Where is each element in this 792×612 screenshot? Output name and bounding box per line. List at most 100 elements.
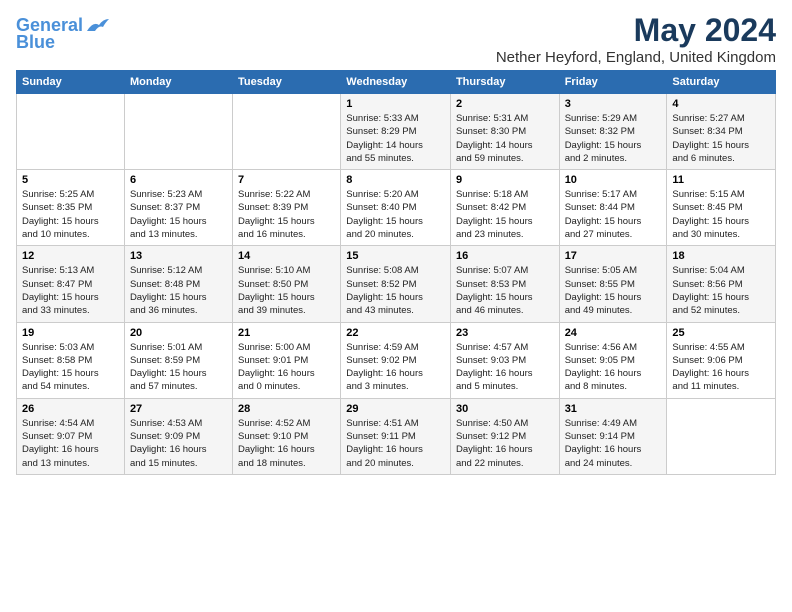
- day-info: Sunrise: 5:12 AMSunset: 8:48 PMDaylight:…: [130, 264, 227, 317]
- day-info: Sunrise: 5:13 AMSunset: 8:47 PMDaylight:…: [22, 264, 119, 317]
- week-row-3: 19Sunrise: 5:03 AMSunset: 8:58 PMDayligh…: [17, 322, 776, 398]
- week-row-0: 1 Sunrise: 5:33 AMSunset: 8:29 PMDaylight…: [17, 94, 776, 170]
- day-cell-w2-d4: 16 Sunrise: 5:07 AMSunset: 8:53 PMDayligh…: [450, 246, 559, 322]
- day-number: 17: [565, 250, 662, 262]
- page-container: General Blue May 2024 Nether Heyford, En…: [0, 0, 792, 483]
- day-info: Sunrise: 5:18 AMSunset: 8:42 PMDaylight:…: [456, 188, 554, 241]
- day-cell-w0-d0: [17, 94, 125, 170]
- day-cell-w4-d2: 28 Sunrise: 4:52 AMSunset: 9:10 PMDayligh…: [233, 398, 341, 474]
- day-cell-w0-d5: 3 Sunrise: 5:29 AMSunset: 8:32 PMDaylight…: [559, 94, 667, 170]
- day-number: 23: [456, 327, 554, 339]
- day-number: 15: [346, 250, 445, 262]
- day-info: Sunrise: 5:08 AMSunset: 8:52 PMDaylight:…: [346, 264, 445, 317]
- day-cell-w4-d6: [667, 398, 776, 474]
- header: General Blue May 2024 Nether Heyford, En…: [16, 12, 776, 66]
- day-number: 24: [565, 327, 662, 339]
- day-info: Sunrise: 4:52 AMSunset: 9:10 PMDaylight:…: [238, 417, 335, 470]
- day-cell-w2-d0: 12Sunrise: 5:13 AMSunset: 8:47 PMDayligh…: [17, 246, 125, 322]
- logo: General Blue: [16, 16, 109, 53]
- day-info: Sunrise: 4:54 AMSunset: 9:07 PMDaylight:…: [22, 417, 119, 470]
- day-cell-w1-d2: 7 Sunrise: 5:22 AMSunset: 8:39 PMDaylight…: [233, 170, 341, 246]
- day-info: Sunrise: 5:29 AMSunset: 8:32 PMDaylight:…: [565, 112, 662, 165]
- day-cell-w2-d5: 17 Sunrise: 5:05 AMSunset: 8:55 PMDayligh…: [559, 246, 667, 322]
- day-number: 9: [456, 174, 554, 186]
- day-cell-w2-d2: 14 Sunrise: 5:10 AMSunset: 8:50 PMDayligh…: [233, 246, 341, 322]
- day-info: Sunrise: 4:56 AMSunset: 9:05 PMDaylight:…: [565, 341, 662, 394]
- day-cell-w0-d3: 1 Sunrise: 5:33 AMSunset: 8:29 PMDaylight…: [341, 94, 451, 170]
- day-info: Sunrise: 4:55 AMSunset: 9:06 PMDaylight:…: [672, 341, 770, 394]
- day-number: 26: [22, 403, 119, 415]
- day-cell-w1-d1: 6 Sunrise: 5:23 AMSunset: 8:37 PMDaylight…: [124, 170, 232, 246]
- month-title: May 2024: [496, 12, 776, 49]
- day-cell-w4-d5: 31Sunrise: 4:49 AMSunset: 9:14 PMDayligh…: [559, 398, 667, 474]
- day-number: 5: [22, 174, 119, 186]
- day-number: 4: [672, 98, 770, 110]
- day-cell-w0-d1: [124, 94, 232, 170]
- calendar-header-row: Sunday Monday Tuesday Wednesday Thursday…: [17, 71, 776, 94]
- day-info: Sunrise: 5:01 AMSunset: 8:59 PMDaylight:…: [130, 341, 227, 394]
- logo-icon: [85, 17, 109, 35]
- day-number: 16: [456, 250, 554, 262]
- day-cell-w3-d0: 19Sunrise: 5:03 AMSunset: 8:58 PMDayligh…: [17, 322, 125, 398]
- day-cell-w4-d0: 26 Sunrise: 4:54 AMSunset: 9:07 PMDayligh…: [17, 398, 125, 474]
- header-friday: Friday: [559, 71, 667, 94]
- day-number: 3: [565, 98, 662, 110]
- day-cell-w1-d0: 5Sunrise: 5:25 AMSunset: 8:35 PMDaylight…: [17, 170, 125, 246]
- day-number: 6: [130, 174, 227, 186]
- day-cell-w1-d4: 9 Sunrise: 5:18 AMSunset: 8:42 PMDaylight…: [450, 170, 559, 246]
- week-row-1: 5Sunrise: 5:25 AMSunset: 8:35 PMDaylight…: [17, 170, 776, 246]
- day-number: 28: [238, 403, 335, 415]
- day-info: Sunrise: 4:50 AMSunset: 9:12 PMDaylight:…: [456, 417, 554, 470]
- day-number: 1: [346, 98, 445, 110]
- day-cell-w2-d1: 13 Sunrise: 5:12 AMSunset: 8:48 PMDayligh…: [124, 246, 232, 322]
- day-number: 13: [130, 250, 227, 262]
- day-info: Sunrise: 4:51 AMSunset: 9:11 PMDaylight:…: [346, 417, 445, 470]
- day-number: 22: [346, 327, 445, 339]
- day-info: Sunrise: 5:31 AMSunset: 8:30 PMDaylight:…: [456, 112, 554, 165]
- day-cell-w3-d2: 21 Sunrise: 5:00 AMSunset: 9:01 PMDayligh…: [233, 322, 341, 398]
- day-number: 21: [238, 327, 335, 339]
- day-info: Sunrise: 5:33 AMSunset: 8:29 PMDaylight:…: [346, 112, 445, 165]
- location: Nether Heyford, England, United Kingdom: [496, 49, 776, 66]
- day-info: Sunrise: 5:17 AMSunset: 8:44 PMDaylight:…: [565, 188, 662, 241]
- day-number: 25: [672, 327, 770, 339]
- day-info: Sunrise: 5:23 AMSunset: 8:37 PMDaylight:…: [130, 188, 227, 241]
- day-info: Sunrise: 5:05 AMSunset: 8:55 PMDaylight:…: [565, 264, 662, 317]
- header-tuesday: Tuesday: [233, 71, 341, 94]
- day-info: Sunrise: 5:22 AMSunset: 8:39 PMDaylight:…: [238, 188, 335, 241]
- day-number: 30: [456, 403, 554, 415]
- day-cell-w4-d4: 30 Sunrise: 4:50 AMSunset: 9:12 PMDayligh…: [450, 398, 559, 474]
- day-cell-w0-d2: [233, 94, 341, 170]
- calendar: Sunday Monday Tuesday Wednesday Thursday…: [16, 70, 776, 475]
- day-cell-w1-d3: 8Sunrise: 5:20 AMSunset: 8:40 PMDaylight…: [341, 170, 451, 246]
- header-thursday: Thursday: [450, 71, 559, 94]
- day-cell-w1-d6: 11Sunrise: 5:15 AMSunset: 8:45 PMDayligh…: [667, 170, 776, 246]
- day-cell-w4-d3: 29 Sunrise: 4:51 AMSunset: 9:11 PMDayligh…: [341, 398, 451, 474]
- day-info: Sunrise: 4:59 AMSunset: 9:02 PMDaylight:…: [346, 341, 445, 394]
- day-cell-w2-d6: 18Sunrise: 5:04 AMSunset: 8:56 PMDayligh…: [667, 246, 776, 322]
- day-info: Sunrise: 5:04 AMSunset: 8:56 PMDaylight:…: [672, 264, 770, 317]
- day-number: 7: [238, 174, 335, 186]
- day-info: Sunrise: 5:15 AMSunset: 8:45 PMDaylight:…: [672, 188, 770, 241]
- day-info: Sunrise: 5:10 AMSunset: 8:50 PMDaylight:…: [238, 264, 335, 317]
- day-number: 29: [346, 403, 445, 415]
- day-number: 14: [238, 250, 335, 262]
- day-cell-w3-d6: 25 Sunrise: 4:55 AMSunset: 9:06 PMDayligh…: [667, 322, 776, 398]
- day-number: 2: [456, 98, 554, 110]
- day-info: Sunrise: 5:20 AMSunset: 8:40 PMDaylight:…: [346, 188, 445, 241]
- day-info: Sunrise: 4:53 AMSunset: 9:09 PMDaylight:…: [130, 417, 227, 470]
- day-cell-w3-d3: 22 Sunrise: 4:59 AMSunset: 9:02 PMDayligh…: [341, 322, 451, 398]
- header-saturday: Saturday: [667, 71, 776, 94]
- header-monday: Monday: [124, 71, 232, 94]
- day-number: 19: [22, 327, 119, 339]
- day-cell-w0-d4: 2 Sunrise: 5:31 AMSunset: 8:30 PMDaylight…: [450, 94, 559, 170]
- day-number: 31: [565, 403, 662, 415]
- day-cell-w1-d5: 10Sunrise: 5:17 AMSunset: 8:44 PMDayligh…: [559, 170, 667, 246]
- day-cell-w3-d5: 24 Sunrise: 4:56 AMSunset: 9:05 PMDayligh…: [559, 322, 667, 398]
- day-cell-w3-d1: 20Sunrise: 5:01 AMSunset: 8:59 PMDayligh…: [124, 322, 232, 398]
- day-info: Sunrise: 5:07 AMSunset: 8:53 PMDaylight:…: [456, 264, 554, 317]
- title-block: May 2024 Nether Heyford, England, United…: [496, 12, 776, 66]
- day-cell-w0-d6: 4Sunrise: 5:27 AMSunset: 8:34 PMDaylight…: [667, 94, 776, 170]
- day-cell-w3-d4: 23Sunrise: 4:57 AMSunset: 9:03 PMDayligh…: [450, 322, 559, 398]
- day-info: Sunrise: 5:00 AMSunset: 9:01 PMDaylight:…: [238, 341, 335, 394]
